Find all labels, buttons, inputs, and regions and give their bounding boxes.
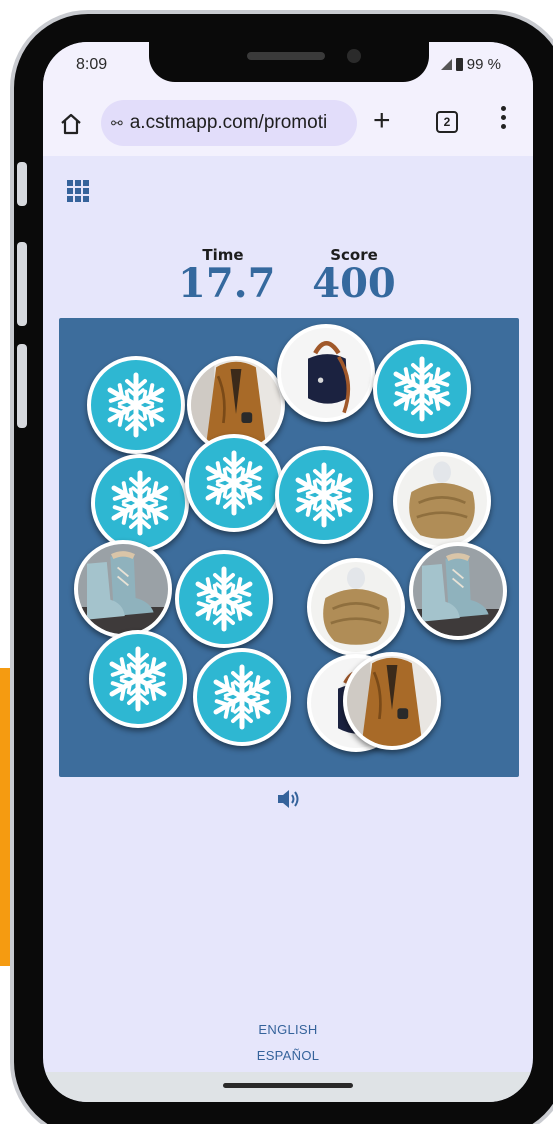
signal-icon (440, 59, 452, 70)
screenshot-stage: 8:09 99 % ⚯ a.cstmapp.com/promoti + 2 Ti… (0, 0, 553, 1124)
status-time: 8:09 (76, 56, 108, 73)
browser-toolbar: ⚯ a.cstmapp.com/promoti + 2 (43, 94, 533, 156)
earpiece (247, 52, 325, 60)
card-face-bag[interactable] (277, 324, 375, 422)
card-back-snowflake[interactable] (193, 648, 291, 746)
side-button (17, 242, 27, 326)
plus-icon[interactable]: + (373, 104, 391, 138)
card-face-scarf[interactable] (307, 558, 405, 656)
score-value: 400 (312, 260, 396, 307)
time-value: 17.7 (178, 260, 276, 307)
score-stat: Score 400 (309, 246, 399, 307)
side-button (17, 344, 27, 428)
phone-screen: 8:09 99 % ⚯ a.cstmapp.com/promoti + 2 Ti… (43, 42, 533, 1102)
home-gesture-handle[interactable] (223, 1083, 353, 1088)
card-face-scarf[interactable] (393, 452, 491, 550)
site-settings-icon[interactable]: ⚯ (111, 115, 123, 132)
game-board (59, 318, 519, 777)
address-bar[interactable]: ⚯ a.cstmapp.com/promoti (101, 100, 357, 146)
kebab-menu-icon[interactable] (501, 106, 507, 133)
card-back-snowflake[interactable] (87, 356, 185, 454)
card-back-snowflake[interactable] (89, 630, 187, 728)
battery-icon (455, 58, 463, 71)
card-back-snowflake[interactable] (175, 550, 273, 648)
grid-menu-icon[interactable] (67, 180, 89, 202)
language-english-link[interactable]: ENGLISH (43, 1022, 533, 1037)
url-text: a.cstmapp.com/promoti (129, 112, 328, 133)
card-back-snowflake[interactable] (373, 340, 471, 438)
speaker-icon[interactable] (276, 788, 302, 810)
card-back-snowflake[interactable] (275, 446, 373, 544)
card-back-snowflake[interactable] (185, 434, 283, 532)
time-stat: Time 17.7 (178, 246, 276, 307)
card-face-coat[interactable] (343, 652, 441, 750)
card-face-boots[interactable] (74, 540, 172, 638)
tab-switcher-button[interactable]: 2 (436, 111, 458, 133)
battery-percent: 99 % (466, 56, 501, 73)
status-battery: 99 % (440, 56, 501, 73)
card-back-snowflake[interactable] (91, 454, 189, 552)
card-face-boots[interactable] (409, 542, 507, 640)
side-button (17, 162, 27, 206)
camera-notch (149, 42, 429, 82)
home-icon[interactable] (59, 112, 83, 136)
gesture-nav-bar (43, 1072, 533, 1102)
front-camera (347, 49, 361, 63)
language-spanish-link[interactable]: ESPAÑOL (43, 1048, 533, 1063)
